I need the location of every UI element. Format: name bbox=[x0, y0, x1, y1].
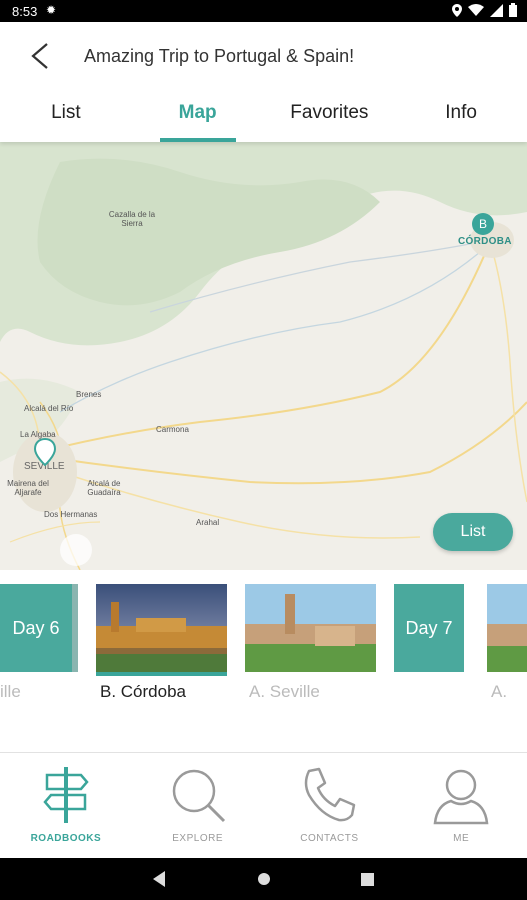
wifi-icon bbox=[468, 4, 484, 16]
map-label-mairena: Mairena del Aljarafe bbox=[7, 479, 49, 497]
search-icon bbox=[172, 769, 225, 823]
tab-list[interactable]: List bbox=[0, 92, 132, 142]
next-thumbnail[interactable] bbox=[487, 584, 527, 672]
map-label-cordoba: CÓRDOBA bbox=[458, 236, 512, 247]
nav-roadbooks[interactable]: ROADBOOKS bbox=[0, 753, 132, 858]
nav-explore-label: EXPLORE bbox=[172, 833, 223, 844]
map-view[interactable]: Cazalla de la Sierra Brenes Alcalá del R… bbox=[0, 142, 527, 570]
map-terrain bbox=[0, 142, 527, 570]
system-recents-icon[interactable] bbox=[361, 872, 374, 886]
nav-roadbooks-label: ROADBOOKS bbox=[30, 833, 102, 844]
back-button[interactable] bbox=[22, 38, 58, 74]
prev-thumb-edge bbox=[72, 584, 78, 672]
cordoba-pin-icon[interactable]: B bbox=[472, 213, 494, 235]
battery-icon bbox=[509, 3, 517, 17]
app-bar: Amazing Trip to Portugal & Spain! List M… bbox=[0, 22, 527, 142]
caption-cordoba: B. Córdoba bbox=[100, 682, 186, 701]
system-navigation-bar bbox=[0, 858, 527, 900]
map-label-arahal: Arahal bbox=[196, 518, 220, 527]
phone-icon bbox=[305, 767, 356, 822]
caption-prev: ille bbox=[0, 682, 21, 701]
bottom-navigation: ROADBOOKS EXPLORE CONTACTS ME bbox=[0, 752, 527, 858]
settings-gear-icon: ✹ bbox=[46, 3, 57, 17]
seville-pin-icon[interactable] bbox=[34, 438, 56, 466]
map-label-dos-hermanas: Dos Hermanas bbox=[44, 510, 98, 519]
signal-icon bbox=[490, 3, 503, 17]
cordoba-thumbnail[interactable] bbox=[96, 584, 227, 672]
tab-bar: List Map Favorites Info bbox=[0, 92, 527, 142]
map-label-alcala-guadaira: Alcalá de Guadaíra bbox=[87, 479, 121, 497]
list-view-button[interactable]: List bbox=[433, 513, 513, 551]
tab-favorites[interactable]: Favorites bbox=[264, 92, 396, 142]
system-home-icon[interactable] bbox=[257, 872, 271, 886]
signpost-icon bbox=[43, 767, 89, 823]
nav-me-label: ME bbox=[453, 833, 470, 844]
status-icons bbox=[452, 3, 517, 17]
nav-explore[interactable]: EXPLORE bbox=[132, 753, 264, 858]
location-icon bbox=[452, 3, 462, 17]
itinerary-carousel[interactable]: Day 6 Day 7 ille B. Córdoba A. Seville A… bbox=[0, 570, 527, 750]
page-title: Amazing Trip to Portugal & Spain! bbox=[84, 46, 355, 66]
next-image bbox=[487, 584, 527, 672]
tab-map[interactable]: Map bbox=[132, 92, 264, 142]
selected-indicator bbox=[96, 672, 227, 676]
caption-seville: A. Seville bbox=[249, 682, 320, 701]
map-location-dot bbox=[60, 534, 92, 566]
nav-contacts-label: CONTACTS bbox=[300, 833, 359, 844]
status-time: 8:53 bbox=[12, 4, 38, 19]
map-label-cazalla: Cazalla de la Sierra bbox=[108, 210, 156, 228]
map-label-brenes: Brenes bbox=[76, 390, 102, 399]
caption-next: A. bbox=[491, 682, 508, 701]
nav-contacts[interactable]: CONTACTS bbox=[264, 753, 396, 858]
system-back-icon[interactable] bbox=[153, 871, 167, 887]
person-icon bbox=[433, 769, 489, 825]
cordoba-image bbox=[96, 584, 227, 672]
nav-me[interactable]: ME bbox=[395, 753, 527, 858]
arrow-back-icon bbox=[31, 43, 48, 69]
seville-thumbnail[interactable] bbox=[245, 584, 376, 672]
map-label-alcala-rio: Alcalá del Río bbox=[24, 404, 74, 413]
tab-info[interactable]: Info bbox=[395, 92, 527, 142]
day-7-card[interactable]: Day 7 bbox=[394, 584, 464, 672]
day-6-card[interactable]: Day 6 bbox=[0, 584, 72, 672]
map-label-carmona: Carmona bbox=[156, 425, 189, 434]
status-bar: 8:53 ✹ bbox=[0, 0, 527, 22]
seville-image bbox=[245, 584, 376, 672]
